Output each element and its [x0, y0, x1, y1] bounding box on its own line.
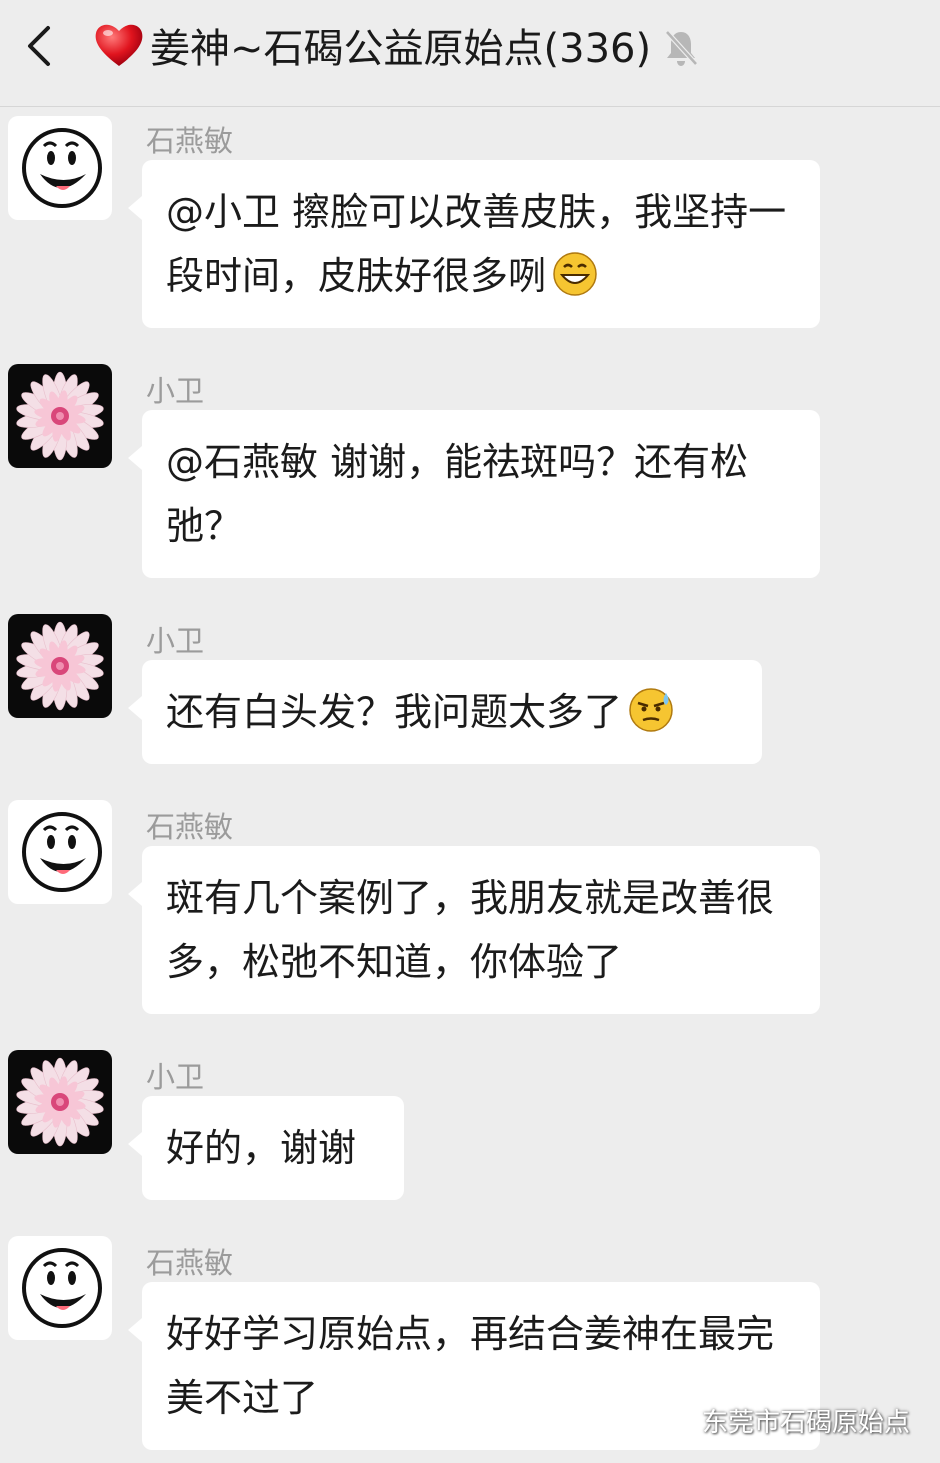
pink-flower-icon [8, 1050, 112, 1154]
sweat-emoji-icon [629, 688, 673, 732]
sender-name: 小卫 [146, 374, 205, 408]
message-text: 斑有几个案例了，我朋友就是改善很多，松弛不知道，你体验了 [166, 876, 775, 984]
mute-bell-icon [665, 30, 698, 66]
wechat-icon [658, 1405, 692, 1434]
sender-name: 小卫 [146, 1060, 205, 1094]
pink-flower-icon [8, 614, 112, 718]
back-chevron-icon[interactable] [20, 22, 60, 70]
sender-name: 石燕敏 [146, 124, 234, 158]
chat-title: 姜神~石碣公益原始点(336) [150, 26, 652, 72]
message-text: 还有白头发？我问题太多了 [166, 690, 623, 734]
sender-name: 石燕敏 [146, 1246, 234, 1280]
message-text: @石燕敏 谢谢，能祛斑吗？还有松弛？ [166, 440, 749, 548]
sender-avatar[interactable] [8, 1050, 112, 1154]
chat-header: 姜神~石碣公益原始点(336) [0, 0, 940, 107]
sender-name: 石燕敏 [146, 810, 234, 844]
message-text: 好的，谢谢 [166, 1126, 357, 1170]
chat-title-area[interactable]: 姜神~石碣公益原始点(336) [92, 14, 699, 76]
sender-avatar[interactable] [8, 614, 112, 718]
sender-avatar[interactable] [8, 1236, 112, 1340]
watermark-text: 东莞市石碣原始点 [701, 1408, 910, 1438]
message-bubble[interactable]: 斑有几个案例了，我朋友就是改善很多，松弛不知道，你体验了 [128, 846, 820, 1014]
grin-emoji-icon [553, 252, 597, 296]
message-bubble[interactable]: 还有白头发？我问题太多了 [128, 660, 762, 764]
sender-name: 小卫 [146, 624, 205, 658]
pink-flower-icon [8, 364, 112, 468]
heart-icon [95, 24, 143, 66]
smiley-face-icon [8, 1236, 112, 1340]
sender-avatar[interactable] [8, 364, 112, 468]
message-text: @小卫 擦脸可以改善皮肤，我坚持一段时间，皮肤好很多咧 [166, 190, 787, 298]
sender-avatar[interactable] [8, 800, 112, 904]
smiley-face-icon [8, 116, 112, 220]
message-bubble[interactable]: 好的，谢谢 [128, 1096, 404, 1200]
smiley-face-icon [8, 800, 112, 904]
message-bubble[interactable]: @小卫 擦脸可以改善皮肤，我坚持一段时间，皮肤好很多咧 [128, 160, 820, 328]
watermark: 东莞市石碣原始点 [658, 1402, 910, 1439]
message-bubble[interactable]: @石燕敏 谢谢，能祛斑吗？还有松弛？ [128, 410, 820, 578]
sender-avatar[interactable] [8, 116, 112, 220]
